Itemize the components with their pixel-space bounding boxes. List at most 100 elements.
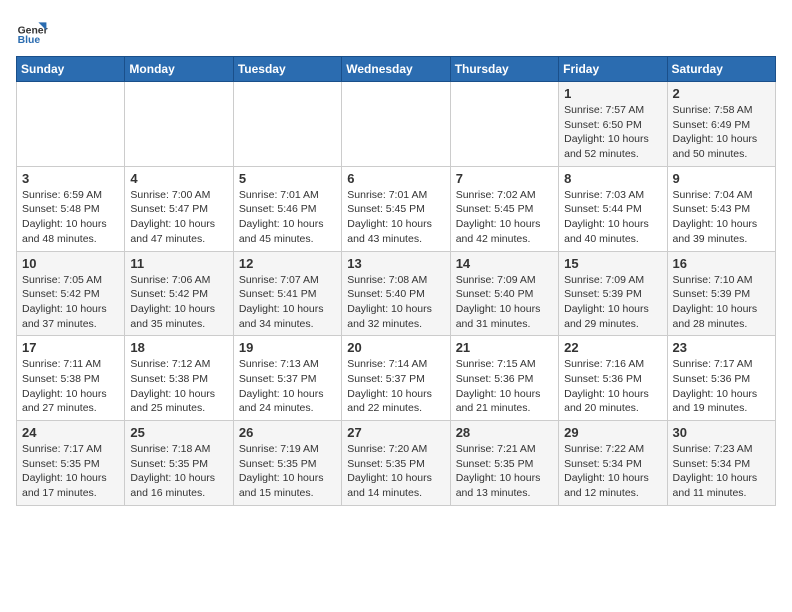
- day-number: 21: [456, 340, 553, 355]
- day-info: Sunrise: 6:59 AM Sunset: 5:48 PM Dayligh…: [22, 188, 119, 247]
- calendar-week-row: 24 Sunrise: 7:17 AM Sunset: 5:35 PM Dayli…: [17, 421, 776, 506]
- day-info: Sunrise: 7:18 AM Sunset: 5:35 PM Dayligh…: [130, 442, 227, 501]
- day-info: Sunrise: 7:11 AM Sunset: 5:38 PM Dayligh…: [22, 357, 119, 416]
- day-info: Sunrise: 7:03 AM Sunset: 5:44 PM Dayligh…: [564, 188, 661, 247]
- day-info: Sunrise: 7:16 AM Sunset: 5:36 PM Dayligh…: [564, 357, 661, 416]
- weekday-header-saturday: Saturday: [667, 57, 775, 82]
- day-number: 28: [456, 425, 553, 440]
- calendar-week-row: 3 Sunrise: 6:59 AM Sunset: 5:48 PM Daylig…: [17, 166, 776, 251]
- day-number: 10: [22, 256, 119, 271]
- calendar-cell: [233, 82, 341, 167]
- calendar-cell: 19 Sunrise: 7:13 AM Sunset: 5:37 PM Dayli…: [233, 336, 341, 421]
- day-info: Sunrise: 7:07 AM Sunset: 5:41 PM Dayligh…: [239, 273, 336, 332]
- logo-icon: General Blue: [16, 16, 48, 48]
- day-info: Sunrise: 7:01 AM Sunset: 5:45 PM Dayligh…: [347, 188, 444, 247]
- calendar-cell: 10 Sunrise: 7:05 AM Sunset: 5:42 PM Dayli…: [17, 251, 125, 336]
- day-info: Sunrise: 7:15 AM Sunset: 5:36 PM Dayligh…: [456, 357, 553, 416]
- day-number: 13: [347, 256, 444, 271]
- day-number: 27: [347, 425, 444, 440]
- calendar-cell: 9 Sunrise: 7:04 AM Sunset: 5:43 PM Daylig…: [667, 166, 775, 251]
- calendar-cell: 27 Sunrise: 7:20 AM Sunset: 5:35 PM Dayli…: [342, 421, 450, 506]
- day-info: Sunrise: 7:12 AM Sunset: 5:38 PM Dayligh…: [130, 357, 227, 416]
- day-info: Sunrise: 7:04 AM Sunset: 5:43 PM Dayligh…: [673, 188, 770, 247]
- calendar-week-row: 10 Sunrise: 7:05 AM Sunset: 5:42 PM Dayli…: [17, 251, 776, 336]
- day-number: 11: [130, 256, 227, 271]
- day-number: 30: [673, 425, 770, 440]
- calendar-cell: 16 Sunrise: 7:10 AM Sunset: 5:39 PM Dayli…: [667, 251, 775, 336]
- day-info: Sunrise: 7:58 AM Sunset: 6:49 PM Dayligh…: [673, 103, 770, 162]
- day-info: Sunrise: 7:21 AM Sunset: 5:35 PM Dayligh…: [456, 442, 553, 501]
- day-info: Sunrise: 7:08 AM Sunset: 5:40 PM Dayligh…: [347, 273, 444, 332]
- day-info: Sunrise: 7:20 AM Sunset: 5:35 PM Dayligh…: [347, 442, 444, 501]
- day-number: 20: [347, 340, 444, 355]
- weekday-header-wednesday: Wednesday: [342, 57, 450, 82]
- calendar-cell: 18 Sunrise: 7:12 AM Sunset: 5:38 PM Dayli…: [125, 336, 233, 421]
- calendar-cell: 22 Sunrise: 7:16 AM Sunset: 5:36 PM Dayli…: [559, 336, 667, 421]
- day-number: 5: [239, 171, 336, 186]
- logo: General Blue: [16, 16, 48, 48]
- day-number: 26: [239, 425, 336, 440]
- day-number: 3: [22, 171, 119, 186]
- day-number: 1: [564, 86, 661, 101]
- calendar-cell: 20Sunrise: 7:14 AM Sunset: 5:37 PM Dayli…: [342, 336, 450, 421]
- day-number: 23: [673, 340, 770, 355]
- calendar-cell: [125, 82, 233, 167]
- calendar-cell: 7Sunrise: 7:02 AM Sunset: 5:45 PM Daylig…: [450, 166, 558, 251]
- calendar-cell: 23Sunrise: 7:17 AM Sunset: 5:36 PM Dayli…: [667, 336, 775, 421]
- calendar-week-row: 17Sunrise: 7:11 AM Sunset: 5:38 PM Dayli…: [17, 336, 776, 421]
- calendar-cell: 4 Sunrise: 7:00 AM Sunset: 5:47 PM Daylig…: [125, 166, 233, 251]
- day-number: 22: [564, 340, 661, 355]
- calendar-cell: 5Sunrise: 7:01 AM Sunset: 5:46 PM Daylig…: [233, 166, 341, 251]
- day-number: 7: [456, 171, 553, 186]
- day-number: 16: [673, 256, 770, 271]
- calendar-cell: 30Sunrise: 7:23 AM Sunset: 5:34 PM Dayli…: [667, 421, 775, 506]
- day-info: Sunrise: 7:13 AM Sunset: 5:37 PM Dayligh…: [239, 357, 336, 416]
- day-info: Sunrise: 7:19 AM Sunset: 5:35 PM Dayligh…: [239, 442, 336, 501]
- day-number: 15: [564, 256, 661, 271]
- day-info: Sunrise: 7:10 AM Sunset: 5:39 PM Dayligh…: [673, 273, 770, 332]
- day-info: Sunrise: 7:05 AM Sunset: 5:42 PM Dayligh…: [22, 273, 119, 332]
- calendar-table: SundayMondayTuesdayWednesdayThursdayFrid…: [16, 56, 776, 506]
- day-number: 19: [239, 340, 336, 355]
- day-number: 2: [673, 86, 770, 101]
- calendar-cell: 14 Sunrise: 7:09 AM Sunset: 5:40 PM Dayli…: [450, 251, 558, 336]
- day-info: Sunrise: 7:57 AM Sunset: 6:50 PM Dayligh…: [564, 103, 661, 162]
- day-number: 6: [347, 171, 444, 186]
- calendar-cell: [450, 82, 558, 167]
- day-number: 14: [456, 256, 553, 271]
- day-number: 24: [22, 425, 119, 440]
- calendar-cell: 17Sunrise: 7:11 AM Sunset: 5:38 PM Dayli…: [17, 336, 125, 421]
- day-number: 4: [130, 171, 227, 186]
- day-info: Sunrise: 7:22 AM Sunset: 5:34 PM Dayligh…: [564, 442, 661, 501]
- day-number: 29: [564, 425, 661, 440]
- calendar-cell: 28 Sunrise: 7:21 AM Sunset: 5:35 PM Dayli…: [450, 421, 558, 506]
- calendar-cell: 24 Sunrise: 7:17 AM Sunset: 5:35 PM Dayli…: [17, 421, 125, 506]
- calendar-cell: [17, 82, 125, 167]
- weekday-header-monday: Monday: [125, 57, 233, 82]
- calendar-cell: 26 Sunrise: 7:19 AM Sunset: 5:35 PM Dayli…: [233, 421, 341, 506]
- calendar-cell: 1 Sunrise: 7:57 AM Sunset: 6:50 PM Daylig…: [559, 82, 667, 167]
- day-info: Sunrise: 7:06 AM Sunset: 5:42 PM Dayligh…: [130, 273, 227, 332]
- day-number: 25: [130, 425, 227, 440]
- day-info: Sunrise: 7:09 AM Sunset: 5:40 PM Dayligh…: [456, 273, 553, 332]
- calendar-cell: 13 Sunrise: 7:08 AM Sunset: 5:40 PM Dayli…: [342, 251, 450, 336]
- day-number: 12: [239, 256, 336, 271]
- calendar-cell: 15 Sunrise: 7:09 AM Sunset: 5:39 PM Dayli…: [559, 251, 667, 336]
- weekday-header-row: SundayMondayTuesdayWednesdayThursdayFrid…: [17, 57, 776, 82]
- calendar-cell: 11 Sunrise: 7:06 AM Sunset: 5:42 PM Dayli…: [125, 251, 233, 336]
- day-number: 9: [673, 171, 770, 186]
- calendar-cell: 12 Sunrise: 7:07 AM Sunset: 5:41 PM Dayli…: [233, 251, 341, 336]
- calendar-week-row: 1 Sunrise: 7:57 AM Sunset: 6:50 PM Daylig…: [17, 82, 776, 167]
- calendar-cell: 8 Sunrise: 7:03 AM Sunset: 5:44 PM Daylig…: [559, 166, 667, 251]
- day-info: Sunrise: 7:17 AM Sunset: 5:35 PM Dayligh…: [22, 442, 119, 501]
- day-info: Sunrise: 7:00 AM Sunset: 5:47 PM Dayligh…: [130, 188, 227, 247]
- calendar-cell: 29 Sunrise: 7:22 AM Sunset: 5:34 PM Dayli…: [559, 421, 667, 506]
- day-number: 18: [130, 340, 227, 355]
- svg-text:Blue: Blue: [18, 35, 41, 46]
- day-number: 8: [564, 171, 661, 186]
- weekday-header-thursday: Thursday: [450, 57, 558, 82]
- day-info: Sunrise: 7:09 AM Sunset: 5:39 PM Dayligh…: [564, 273, 661, 332]
- calendar-cell: 6 Sunrise: 7:01 AM Sunset: 5:45 PM Daylig…: [342, 166, 450, 251]
- calendar-cell: 21 Sunrise: 7:15 AM Sunset: 5:36 PM Dayli…: [450, 336, 558, 421]
- header: General Blue: [16, 16, 776, 48]
